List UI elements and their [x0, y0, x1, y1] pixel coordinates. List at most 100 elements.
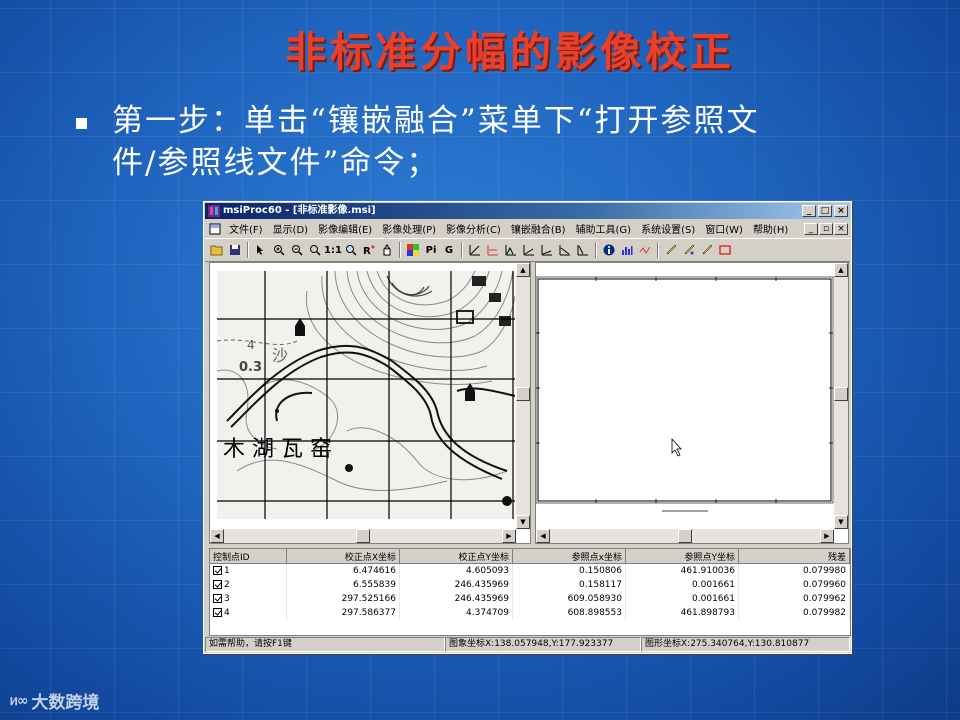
app-window: msiProc60 - [非标准影像.msi] _ □ × 文件(F) 显示(D… [203, 201, 852, 654]
save-icon[interactable] [227, 242, 243, 258]
scroll-thumb[interactable] [516, 387, 530, 401]
menu-help[interactable]: 帮助(H) [748, 221, 793, 236]
minimize-button[interactable]: _ [802, 205, 816, 217]
scroll-down-button[interactable]: ▼ [834, 515, 848, 529]
reference-view-pane[interactable]: ▲ ▼ ◀ ▶ [535, 262, 849, 544]
scroll-left-button[interactable]: ◀ [536, 529, 550, 543]
table-row[interactable]: 4 297.586377 4.374709 608.898553 461.898… [210, 606, 850, 620]
menu-image-edit[interactable]: 影像编辑(E) [313, 221, 377, 236]
toolbar-separator [247, 242, 249, 258]
col-header-residual[interactable]: 残差 [738, 549, 850, 564]
pen-tool-1-icon[interactable] [663, 242, 679, 258]
menu-window[interactable]: 窗口(W) [700, 221, 748, 236]
curve-tool-4-icon[interactable] [521, 242, 537, 258]
checkbox[interactable] [213, 608, 222, 617]
table-row[interactable]: 3 297.525166 246.435969 609.058930 0.001… [210, 592, 850, 606]
scroll-up-button[interactable]: ▲ [834, 263, 848, 277]
curve-tool-7-icon[interactable] [575, 242, 591, 258]
scroll-thumb[interactable] [356, 529, 370, 543]
menu-display[interactable]: 显示(D) [268, 221, 314, 236]
pan-hand-icon[interactable] [379, 242, 395, 258]
table-row[interactable]: 1 6.474616 4.605093 0.150806 461.910036 … [210, 563, 850, 578]
app-icon [208, 205, 220, 217]
vertical-scrollbar[interactable]: ▲ ▼ [516, 263, 530, 529]
table-cell: 0.001661 [625, 592, 739, 606]
curve-tool-5-icon[interactable] [539, 242, 555, 258]
graph-icon[interactable] [637, 242, 653, 258]
map-label-number-2: 0.3 [239, 360, 262, 375]
pen-tool-3-icon[interactable] [699, 242, 715, 258]
pi-button[interactable]: Pi [423, 242, 439, 258]
menu-image-analysis[interactable]: 影像分析(C) [441, 221, 506, 236]
scroll-thumb[interactable] [834, 387, 848, 401]
scroll-down-button[interactable]: ▼ [516, 515, 530, 529]
open-folder-icon[interactable] [209, 242, 225, 258]
palette-icon[interactable] [405, 242, 421, 258]
menu-settings[interactable]: 系统设置(S) [636, 221, 700, 236]
horizontal-scrollbar[interactable]: ◀ ▶ [210, 529, 516, 543]
document-icon[interactable] [209, 223, 221, 235]
menu-mosaic-fusion[interactable]: 镶嵌融合(B) [506, 221, 571, 236]
status-graphic-coord: 图形坐标X:275.340764,Y:130.810877 [641, 637, 850, 652]
horizontal-scrollbar[interactable]: ◀ ▶ [536, 529, 834, 543]
curve-tool-1-icon[interactable] [467, 242, 483, 258]
scroll-right-button[interactable]: ▶ [502, 529, 516, 543]
map-label-place: 木 湖 瓦 窑 [223, 437, 332, 462]
pen-tool-2-icon[interactable] [681, 242, 697, 258]
curve-tool-2-icon[interactable] [485, 242, 501, 258]
curve-tool-3-icon[interactable] [503, 242, 519, 258]
refresh-icon[interactable]: R [361, 242, 377, 258]
point-id: 2 [224, 580, 230, 590]
g-button[interactable]: G [441, 242, 457, 258]
checkbox[interactable] [213, 566, 222, 575]
doc-close-button[interactable]: × [834, 222, 848, 235]
zoom-out-icon[interactable] [289, 242, 305, 258]
status-help: 如需帮助，请按F1键 [205, 637, 445, 652]
window-titlebar[interactable]: msiProc60 - [非标准影像.msi] _ □ × [205, 203, 850, 219]
scroll-up-button[interactable]: ▲ [516, 263, 530, 277]
histogram-icon[interactable] [619, 242, 635, 258]
table-row[interactable]: 2 6.555839 246.435969 0.158117 0.001661 … [210, 578, 850, 592]
pointer-icon[interactable] [253, 242, 269, 258]
col-header-ref-x[interactable]: 参照点x坐标 [512, 549, 626, 564]
point-id: 1 [224, 566, 230, 576]
menu-file[interactable]: 文件(F) [224, 221, 268, 236]
col-header-id[interactable]: 控制点ID [210, 549, 287, 564]
scroll-left-button[interactable]: ◀ [210, 529, 224, 543]
close-button[interactable]: × [834, 205, 848, 217]
scanned-map-image: 沙 4 0.3 木 湖 瓦 窑 [217, 271, 515, 519]
table-cell: 0.150806 [512, 563, 626, 578]
toolbar-separator [595, 242, 597, 258]
table-cell: 297.525166 [286, 592, 400, 606]
info-icon[interactable] [601, 242, 617, 258]
map-drawing: 沙 4 0.3 木 湖 瓦 窑 [217, 271, 515, 519]
checkbox[interactable] [213, 594, 222, 603]
table-cell: 0.158117 [512, 578, 626, 592]
menu-image-process[interactable]: 影像处理(P) [377, 221, 441, 236]
table-header-row: 控制点ID 校正点X坐标 校正点Y坐标 参照点x坐标 参照点Y坐标 残差 [210, 549, 850, 564]
scroll-right-button[interactable]: ▶ [820, 529, 834, 543]
menu-tools[interactable]: 辅助工具(G) [571, 221, 637, 236]
curve-tool-6-icon[interactable] [557, 242, 573, 258]
col-header-corr-y[interactable]: 校正点Y坐标 [399, 549, 513, 564]
rectangle-tool-icon[interactable] [717, 242, 733, 258]
image-view-pane[interactable]: 沙 4 0.3 木 湖 瓦 窑 ▲ ▼ ◀ ▶ [209, 262, 531, 544]
zoom-icon[interactable] [307, 242, 323, 258]
vertical-scrollbar[interactable]: ▲ ▼ [834, 263, 848, 529]
one-to-one-button[interactable]: 1:1 [324, 242, 342, 258]
table-cell: 461.898793 [625, 606, 739, 620]
doc-minimize-button[interactable]: _ [804, 222, 818, 235]
zoom-fit-icon[interactable] [343, 242, 359, 258]
table-cell: 246.435969 [399, 578, 513, 592]
col-header-corr-x[interactable]: 校正点X坐标 [286, 549, 400, 564]
checkbox[interactable] [213, 580, 222, 589]
status-image-coord: 图象坐标X:138.057948,Y:177.923377 [445, 637, 641, 652]
toolbar: 1:1 R Pi G [205, 238, 850, 262]
status-bar: 如需帮助，请按F1键 图象坐标X:138.057948,Y:177.923377… [205, 637, 850, 652]
zoom-in-icon[interactable] [271, 242, 287, 258]
col-header-ref-y[interactable]: 参照点Y坐标 [625, 549, 739, 564]
menubar: 文件(F) 显示(D) 影像编辑(E) 影像处理(P) 影像分析(C) 镶嵌融合… [205, 220, 850, 237]
doc-restore-button[interactable]: ▫ [819, 222, 833, 235]
scroll-thumb[interactable] [678, 529, 692, 543]
maximize-button[interactable]: □ [818, 205, 832, 217]
